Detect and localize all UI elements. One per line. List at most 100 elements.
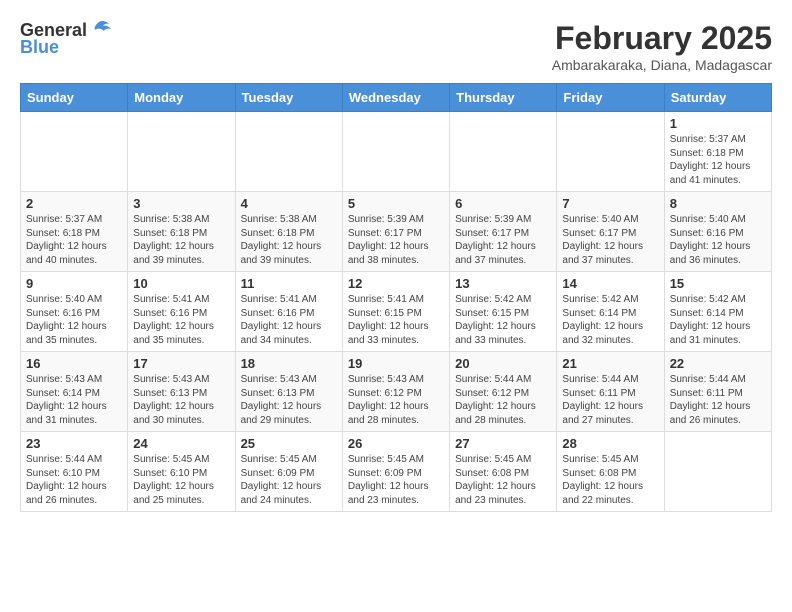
calendar-day-cell: 21 Sunrise: 5:44 AM Sunset: 6:11 PM Dayli… [557, 352, 664, 432]
day-info: Sunrise: 5:37 AM Sunset: 6:18 PM Dayligh… [670, 133, 766, 187]
calendar-day-cell: 28 Sunrise: 5:45 AM Sunset: 6:08 PM Dayli… [557, 432, 664, 512]
day-info: Sunrise: 5:43 AM Sunset: 6:12 PM Dayligh… [348, 373, 444, 427]
day-number: 5 [348, 196, 444, 211]
day-number: 14 [562, 276, 658, 291]
day-info: Sunrise: 5:44 AM Sunset: 6:12 PM Dayligh… [455, 373, 551, 427]
calendar-day-cell: 2 Sunrise: 5:37 AM Sunset: 6:18 PM Daylig… [21, 192, 128, 272]
calendar-day-cell: 4 Sunrise: 5:38 AM Sunset: 6:18 PM Daylig… [235, 192, 342, 272]
day-number: 6 [455, 196, 551, 211]
day-info: Sunrise: 5:44 AM Sunset: 6:10 PM Dayligh… [26, 453, 122, 507]
day-number: 24 [133, 436, 229, 451]
weekday-header-monday: Monday [128, 84, 235, 112]
day-number: 3 [133, 196, 229, 211]
day-number: 16 [26, 356, 122, 371]
calendar-day-cell: 15 Sunrise: 5:42 AM Sunset: 6:14 PM Dayli… [664, 272, 771, 352]
day-number: 21 [562, 356, 658, 371]
day-number: 26 [348, 436, 444, 451]
day-number: 4 [241, 196, 337, 211]
day-info: Sunrise: 5:44 AM Sunset: 6:11 PM Dayligh… [670, 373, 766, 427]
calendar-day-cell [557, 112, 664, 192]
day-number: 12 [348, 276, 444, 291]
day-info: Sunrise: 5:42 AM Sunset: 6:14 PM Dayligh… [562, 293, 658, 347]
day-number: 9 [26, 276, 122, 291]
day-info: Sunrise: 5:40 AM Sunset: 6:16 PM Dayligh… [670, 213, 766, 267]
calendar-day-cell: 27 Sunrise: 5:45 AM Sunset: 6:08 PM Dayli… [450, 432, 557, 512]
weekday-header-tuesday: Tuesday [235, 84, 342, 112]
calendar-day-cell: 26Sunrise: 5:45 AM Sunset: 6:09 PM Dayli… [342, 432, 449, 512]
logo: General Blue [20, 20, 111, 58]
calendar-day-cell: 9 Sunrise: 5:40 AM Sunset: 6:16 PM Daylig… [21, 272, 128, 352]
weekday-header-wednesday: Wednesday [342, 84, 449, 112]
calendar-day-cell [128, 112, 235, 192]
calendar-day-cell: 1 Sunrise: 5:37 AM Sunset: 6:18 PM Daylig… [664, 112, 771, 192]
calendar-day-cell [664, 432, 771, 512]
day-info: Sunrise: 5:43 AM Sunset: 6:13 PM Dayligh… [133, 373, 229, 427]
day-info: Sunrise: 5:41 AM Sunset: 6:16 PM Dayligh… [133, 293, 229, 347]
day-info: Sunrise: 5:42 AM Sunset: 6:15 PM Dayligh… [455, 293, 551, 347]
calendar-day-cell: 12Sunrise: 5:41 AM Sunset: 6:15 PM Dayli… [342, 272, 449, 352]
calendar-day-cell: 5 Sunrise: 5:39 AM Sunset: 6:17 PM Daylig… [342, 192, 449, 272]
calendar-day-cell: 11 Sunrise: 5:41 AM Sunset: 6:16 PM Dayli… [235, 272, 342, 352]
day-number: 22 [670, 356, 766, 371]
day-number: 2 [26, 196, 122, 211]
calendar-week-row: 23Sunrise: 5:44 AM Sunset: 6:10 PM Dayli… [21, 432, 772, 512]
day-info: Sunrise: 5:45 AM Sunset: 6:08 PM Dayligh… [455, 453, 551, 507]
day-number: 13 [455, 276, 551, 291]
calendar-week-row: 1 Sunrise: 5:37 AM Sunset: 6:18 PM Daylig… [21, 112, 772, 192]
weekday-header-thursday: Thursday [450, 84, 557, 112]
day-info: Sunrise: 5:45 AM Sunset: 6:08 PM Dayligh… [562, 453, 658, 507]
day-info: Sunrise: 5:42 AM Sunset: 6:14 PM Dayligh… [670, 293, 766, 347]
calendar-day-cell: 19 Sunrise: 5:43 AM Sunset: 6:12 PM Dayli… [342, 352, 449, 432]
calendar-day-cell [235, 112, 342, 192]
day-info: Sunrise: 5:39 AM Sunset: 6:17 PM Dayligh… [455, 213, 551, 267]
day-number: 27 [455, 436, 551, 451]
calendar-day-cell: 10 Sunrise: 5:41 AM Sunset: 6:16 PM Dayli… [128, 272, 235, 352]
page-header: General Blue February 2025 Ambarakaraka,… [20, 20, 772, 73]
day-number: 20 [455, 356, 551, 371]
day-number: 25 [241, 436, 337, 451]
day-info: Sunrise: 5:45 AM Sunset: 6:10 PM Dayligh… [133, 453, 229, 507]
calendar-week-row: 9 Sunrise: 5:40 AM Sunset: 6:16 PM Daylig… [21, 272, 772, 352]
calendar-week-row: 2 Sunrise: 5:37 AM Sunset: 6:18 PM Daylig… [21, 192, 772, 272]
calendar-day-cell: 6 Sunrise: 5:39 AM Sunset: 6:17 PM Daylig… [450, 192, 557, 272]
day-info: Sunrise: 5:40 AM Sunset: 6:17 PM Dayligh… [562, 213, 658, 267]
calendar-day-cell [342, 112, 449, 192]
day-info: Sunrise: 5:43 AM Sunset: 6:13 PM Dayligh… [241, 373, 337, 427]
day-number: 11 [241, 276, 337, 291]
day-number: 15 [670, 276, 766, 291]
day-info: Sunrise: 5:39 AM Sunset: 6:17 PM Dayligh… [348, 213, 444, 267]
calendar-day-cell: 7 Sunrise: 5:40 AM Sunset: 6:17 PM Daylig… [557, 192, 664, 272]
title-section: February 2025 Ambarakaraka, Diana, Madag… [552, 20, 772, 73]
calendar-week-row: 16 Sunrise: 5:43 AM Sunset: 6:14 PM Dayli… [21, 352, 772, 432]
day-number: 10 [133, 276, 229, 291]
day-number: 17 [133, 356, 229, 371]
day-number: 18 [241, 356, 337, 371]
day-info: Sunrise: 5:40 AM Sunset: 6:16 PM Dayligh… [26, 293, 122, 347]
month-title: February 2025 [552, 20, 772, 57]
calendar-day-cell [21, 112, 128, 192]
day-number: 19 [348, 356, 444, 371]
location-subtitle: Ambarakaraka, Diana, Madagascar [552, 57, 772, 73]
calendar-table: SundayMondayTuesdayWednesdayThursdayFrid… [20, 83, 772, 512]
day-number: 7 [562, 196, 658, 211]
day-number: 8 [670, 196, 766, 211]
logo-bird-icon [89, 20, 111, 38]
day-info: Sunrise: 5:43 AM Sunset: 6:14 PM Dayligh… [26, 373, 122, 427]
calendar-day-cell: 8 Sunrise: 5:40 AM Sunset: 6:16 PM Daylig… [664, 192, 771, 272]
day-number: 28 [562, 436, 658, 451]
day-info: Sunrise: 5:37 AM Sunset: 6:18 PM Dayligh… [26, 213, 122, 267]
day-number: 1 [670, 116, 766, 131]
calendar-day-cell: 16 Sunrise: 5:43 AM Sunset: 6:14 PM Dayli… [21, 352, 128, 432]
day-info: Sunrise: 5:41 AM Sunset: 6:16 PM Dayligh… [241, 293, 337, 347]
calendar-day-cell: 24 Sunrise: 5:45 AM Sunset: 6:10 PM Dayli… [128, 432, 235, 512]
calendar-day-cell: 20 Sunrise: 5:44 AM Sunset: 6:12 PM Dayli… [450, 352, 557, 432]
day-info: Sunrise: 5:38 AM Sunset: 6:18 PM Dayligh… [241, 213, 337, 267]
day-info: Sunrise: 5:45 AM Sunset: 6:09 PM Dayligh… [241, 453, 337, 507]
weekday-header-saturday: Saturday [664, 84, 771, 112]
calendar-day-cell: 13 Sunrise: 5:42 AM Sunset: 6:15 PM Dayli… [450, 272, 557, 352]
calendar-day-cell: 18 Sunrise: 5:43 AM Sunset: 6:13 PM Dayli… [235, 352, 342, 432]
day-info: Sunrise: 5:44 AM Sunset: 6:11 PM Dayligh… [562, 373, 658, 427]
calendar-day-cell: 23Sunrise: 5:44 AM Sunset: 6:10 PM Dayli… [21, 432, 128, 512]
logo-text-blue: Blue [20, 37, 59, 58]
calendar-day-cell: 22 Sunrise: 5:44 AM Sunset: 6:11 PM Dayli… [664, 352, 771, 432]
